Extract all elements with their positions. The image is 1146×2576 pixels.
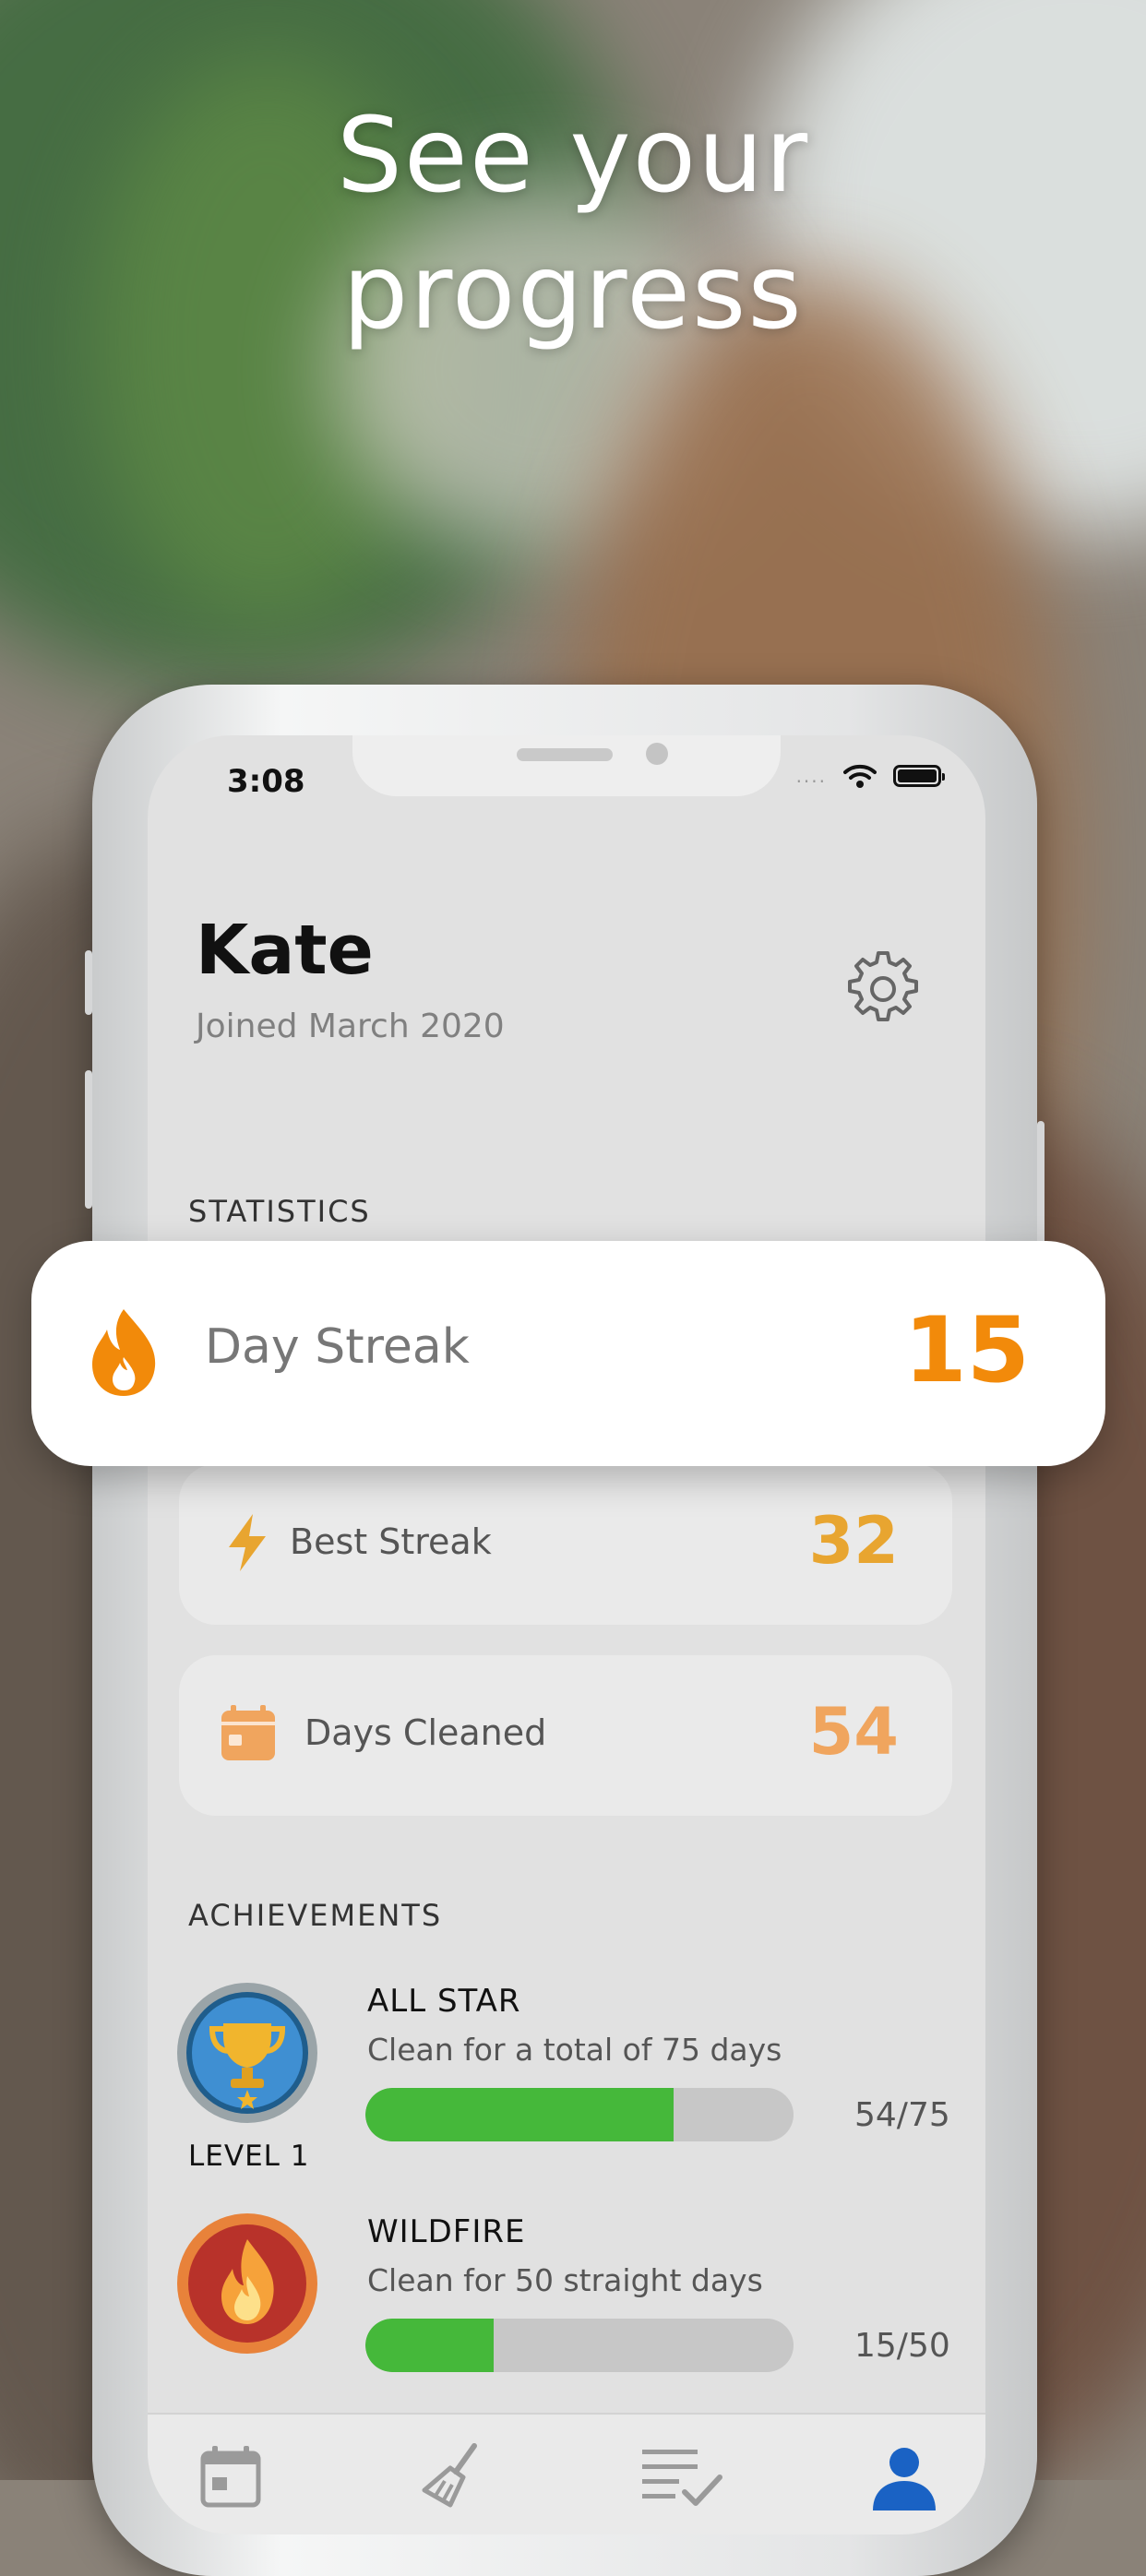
days-cleaned-label: Days Cleaned [304, 1712, 547, 1753]
headline-line-2: progress [342, 233, 804, 352]
battery-icon [893, 765, 945, 787]
lightning-icon [229, 1514, 266, 1571]
front-camera [646, 743, 668, 765]
calendar-icon [221, 1705, 275, 1760]
achievement-progress-bar [365, 2088, 794, 2141]
day-streak-label: Day Streak [205, 1319, 470, 1375]
achievements-label: ACHIEVEMENTS [188, 1898, 443, 1933]
flame-icon [92, 1309, 156, 1396]
tab-bar [148, 2413, 985, 2534]
achievement-level: LEVEL 1 [188, 2140, 310, 2173]
phone-volume-button [85, 1070, 92, 1209]
days-cleaned-value: 54 [808, 1694, 899, 1770]
profile-joined-date: Joined March 2020 [196, 1008, 505, 1045]
days-cleaned-card: Days Cleaned 54 [179, 1655, 952, 1816]
brush-tab-icon[interactable] [415, 2440, 489, 2514]
fire-badge-icon [177, 2213, 317, 2354]
achievement-description: Clean for a total of 75 days [367, 2032, 782, 2068]
achievement-count: 15/50 [854, 2327, 950, 2365]
wifi-icon [843, 764, 877, 788]
signal-icon: .... [795, 765, 827, 787]
profile-tab-icon[interactable] [867, 2440, 941, 2514]
achievement-progress-bar [365, 2319, 794, 2372]
phone-mute-switch [85, 950, 92, 1015]
status-time: 3:08 [227, 763, 305, 800]
achievement-title: ALL STAR [367, 1983, 521, 2020]
speaker [517, 748, 613, 761]
notch [352, 735, 781, 796]
day-streak-value: 15 [903, 1298, 1030, 1403]
best-streak-card: Best Streak 32 [179, 1464, 952, 1625]
profile-name: Kate [196, 911, 374, 990]
trophy-badge-icon [177, 1983, 317, 2123]
calendar-tab-icon[interactable] [194, 2440, 268, 2514]
status-icons: .... [795, 763, 945, 789]
progress-fill [365, 2319, 495, 2372]
checklist-tab-icon[interactable] [637, 2440, 725, 2514]
phone-screen: 3:08 .... Kate Joined March 2020 STATIST… [148, 735, 985, 2534]
achievement-description: Clean for 50 straight days [367, 2262, 763, 2298]
headline-line-1: See your [336, 96, 810, 216]
headline: See your progress [0, 88, 1146, 361]
best-streak-label: Best Streak [290, 1521, 492, 1562]
achievement-count: 54/75 [854, 2096, 950, 2134]
gear-icon[interactable] [842, 948, 925, 1031]
achievement-title: WILDFIRE [367, 2213, 526, 2250]
best-streak-value: 32 [808, 1503, 899, 1579]
progress-fill [365, 2088, 674, 2141]
statistics-label: STATISTICS [188, 1194, 371, 1229]
day-streak-card: Day Streak 15 [31, 1241, 1105, 1466]
